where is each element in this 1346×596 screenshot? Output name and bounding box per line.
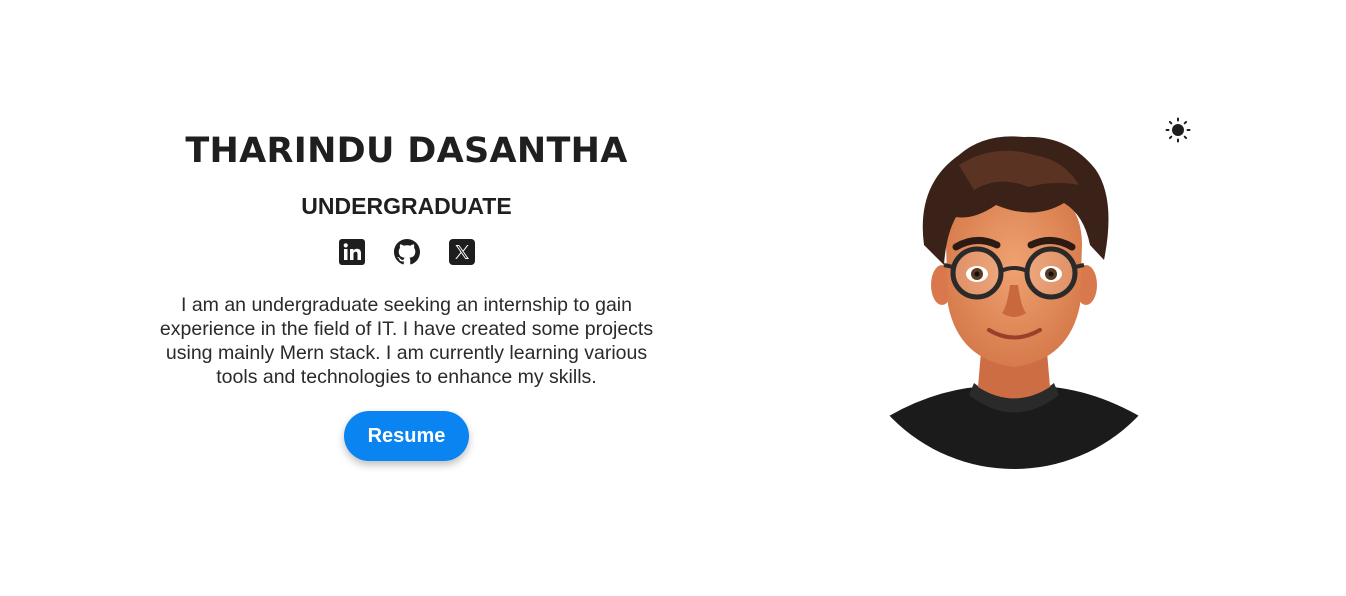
- linkedin-link[interactable]: [338, 238, 365, 270]
- page-title: THARINDU DASANTHA: [185, 131, 628, 171]
- intro-section: THARINDU DASANTHA UNDERGRADUATE I am an …: [150, 128, 663, 461]
- x-link[interactable]: [448, 238, 475, 270]
- social-links: [150, 238, 663, 270]
- avatar: [864, 125, 1164, 470]
- resume-button[interactable]: Resume: [344, 411, 469, 461]
- theme-toggle-button[interactable]: [1164, 117, 1192, 148]
- sun-icon: [1165, 117, 1191, 148]
- portfolio-page: THARINDU DASANTHA UNDERGRADUATE I am an …: [0, 0, 1346, 596]
- role-subtitle: UNDERGRADUATE: [301, 193, 512, 219]
- linkedin-icon: [338, 238, 365, 270]
- bio-text: I am an undergraduate seeking an interns…: [159, 294, 654, 388]
- x-icon: [448, 238, 475, 270]
- github-link[interactable]: [393, 238, 420, 270]
- github-icon: [393, 238, 420, 270]
